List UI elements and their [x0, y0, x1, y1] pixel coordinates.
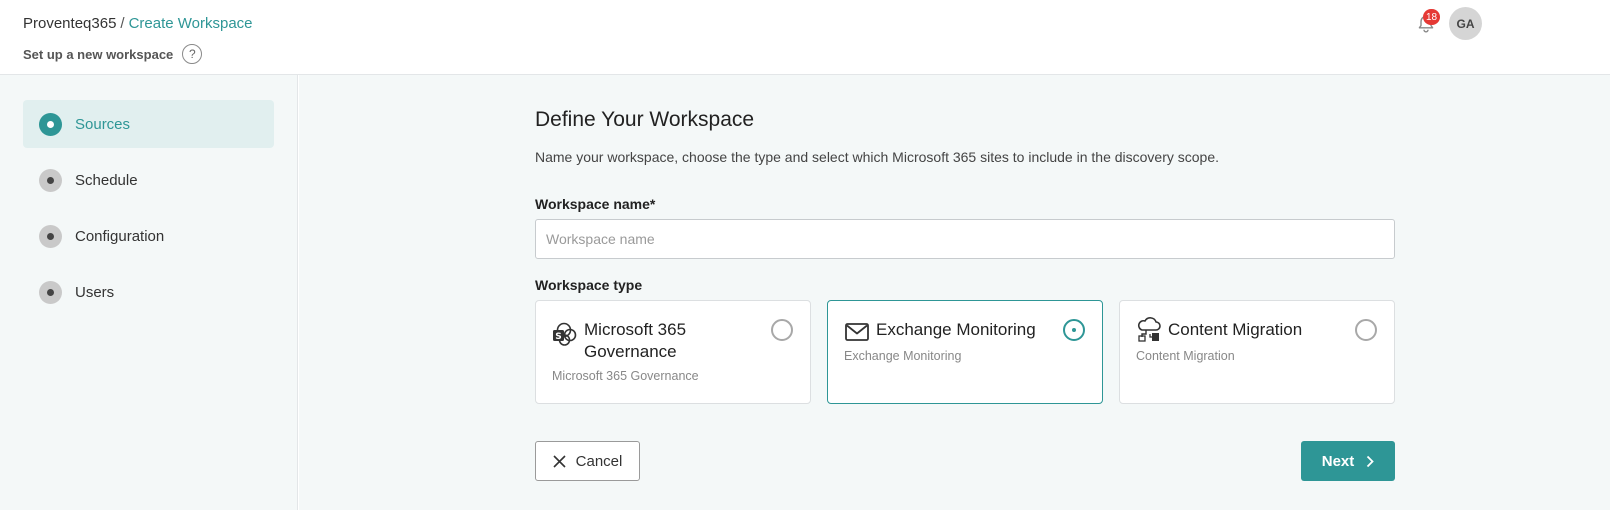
form-title: Define Your Workspace — [535, 108, 755, 131]
step-indicator-icon — [39, 280, 62, 304]
step-sources[interactable]: Sources — [23, 100, 274, 148]
type-card-subtitle: Exchange Monitoring — [844, 349, 962, 363]
type-card-title: Exchange Monitoring — [876, 320, 1036, 339]
type-card-title: Content Migration — [1168, 320, 1303, 339]
type-card-title: Microsoft 365 Governance — [584, 320, 687, 361]
next-button[interactable]: Next — [1301, 441, 1395, 481]
chevron-right-icon — [1367, 455, 1375, 467]
type-card-exchange-monitoring[interactable]: Exchange Monitoring Exchange Monitoring — [827, 300, 1103, 404]
step-label: Sources — [75, 115, 131, 133]
cancel-button[interactable]: Cancel — [535, 441, 640, 481]
type-radio-selected[interactable] — [1063, 319, 1085, 341]
workspace-type-label: Workspace type — [535, 277, 643, 293]
sharepoint-icon: S — [553, 322, 577, 346]
mail-icon — [845, 323, 869, 341]
help-icon[interactable]: ? — [182, 44, 203, 64]
app-header: Proventeq365/Create Workspace Set up a n… — [0, 0, 1610, 75]
notification-badge: 18 — [1423, 9, 1440, 25]
step-label: Configuration — [75, 227, 165, 245]
type-card-content-migration[interactable]: Content Migration Content Migration — [1119, 300, 1395, 404]
svg-text:S: S — [555, 332, 561, 342]
breadcrumb-separator: / — [120, 15, 125, 32]
cloud-migration-icon — [1138, 317, 1161, 342]
workspace-name-input[interactable] — [535, 219, 1395, 259]
page-subtitle: Set up a new workspace ? — [23, 44, 203, 64]
cancel-button-label: Cancel — [575, 452, 623, 470]
breadcrumb-root[interactable]: Proventeq365 — [23, 15, 116, 32]
wizard-sidebar: Sources Schedule Configuration Users — [0, 75, 298, 510]
step-users[interactable]: Users — [23, 268, 274, 316]
subtitle-text: Set up a new workspace — [23, 46, 174, 62]
form-description: Name your workspace, choose the type and… — [535, 149, 1220, 165]
step-indicator-icon — [39, 112, 62, 136]
step-configuration[interactable]: Configuration — [23, 212, 274, 260]
close-icon — [553, 454, 566, 468]
step-label: Users — [75, 283, 115, 301]
main-content: Define Your Workspace Name your workspac… — [299, 75, 1610, 510]
breadcrumb-current: Create Workspace — [128, 15, 253, 32]
type-card-m365-governance[interactable]: S Microsoft 365 Governance Microsoft 365… — [535, 300, 811, 404]
step-indicator-icon — [39, 224, 62, 248]
step-schedule[interactable]: Schedule — [23, 156, 274, 204]
step-indicator-icon — [39, 168, 62, 192]
breadcrumb: Proventeq365/Create Workspace — [23, 15, 253, 32]
type-radio[interactable] — [1355, 319, 1377, 341]
type-card-subtitle: Microsoft 365 Governance — [552, 369, 699, 383]
workspace-name-label: Workspace name* — [535, 196, 656, 212]
type-radio[interactable] — [771, 319, 793, 341]
next-button-label: Next — [1321, 452, 1355, 470]
step-label: Schedule — [75, 171, 138, 189]
avatar[interactable]: GA — [1449, 7, 1482, 40]
type-card-subtitle: Content Migration — [1136, 349, 1235, 363]
